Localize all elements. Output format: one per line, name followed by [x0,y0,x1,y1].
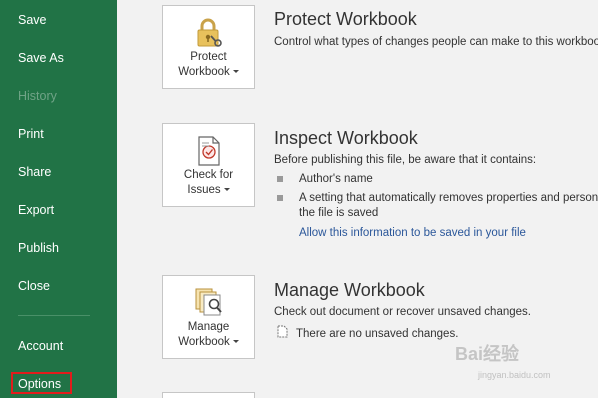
manage-button-label-2: Workbook [178,336,230,348]
protect-workbook-description: Control what types of changes people can… [274,36,598,48]
protect-workbook-button[interactable]: Protect Workbook [162,5,255,89]
browser-view-options-button[interactable] [162,392,255,398]
manage-button-label-1: Manage [187,321,230,333]
inspect-workbook-description: Before publishing this file, be aware th… [274,154,537,166]
document-icon [277,325,288,343]
baidu-watermark: Bai经验 [455,344,520,364]
chevron-down-icon [232,70,239,74]
protect-button-label-1: Protect [190,51,227,63]
allow-info-saved-link[interactable]: Allow this information to be saved in yo… [299,226,526,241]
check-for-issues-button[interactable]: Check for Issues [162,123,255,207]
unsaved-changes-text: There are no unsaved changes. [296,328,459,341]
sidebar-item-share[interactable]: Share [18,164,51,180]
bullet-text: A setting that automatically removes pro… [299,192,598,204]
sidebar-item-save-as[interactable]: Save As [18,50,64,66]
manage-workbook-description: Check out document or recover unsaved ch… [274,306,531,318]
sidebar-divider [18,315,90,316]
sidebar-item-print[interactable]: Print [18,126,44,142]
sidebar-item-close[interactable]: Close [18,278,50,294]
inspect-workbook-title: Inspect Workbook [274,128,418,148]
bullet-icon [277,176,283,182]
check-button-label-2: Issues [187,184,221,196]
sidebar-item-account[interactable]: Account [18,338,63,354]
manage-versions-icon [192,284,226,325]
manage-workbook-title: Manage Workbook [274,280,425,300]
backstage-sidebar: Save Save As History Print Share Export … [0,0,117,398]
protect-button-label-2: Workbook [178,66,230,78]
chevron-down-icon [232,340,239,344]
sidebar-item-publish[interactable]: Publish [18,240,59,256]
bullet-text-continuation: the file is saved [299,207,379,219]
sidebar-item-save[interactable]: Save [18,12,47,28]
sidebar-item-history: History [18,89,57,103]
bullet-text: Author's name [299,173,373,185]
unsaved-changes-status: There are no unsaved changes. [277,325,458,343]
chevron-down-icon [223,188,230,192]
manage-workbook-button[interactable]: Manage Workbook [162,275,255,359]
sidebar-item-export[interactable]: Export [18,202,54,218]
baidu-watermark-url: jingyan.baidu.com [478,370,551,380]
info-panel: Protect Workbook Protect Workbook Contro… [117,0,598,398]
sidebar-item-options[interactable]: Options [18,376,61,392]
bullet-icon [277,195,283,201]
check-button-label-1: Check for [183,169,234,181]
protect-workbook-title: Protect Workbook [274,9,417,29]
